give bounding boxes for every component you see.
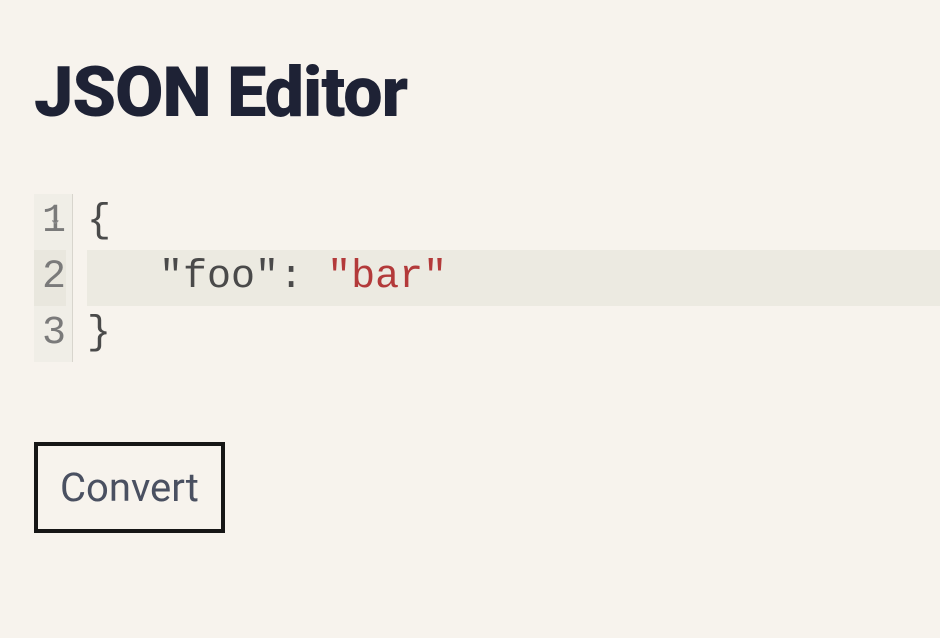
gutter-line-3: 3 xyxy=(34,306,66,362)
json-key: "foo" xyxy=(159,250,279,306)
convert-button[interactable]: Convert xyxy=(34,442,225,533)
line-number: 3 xyxy=(42,306,66,362)
line-number: 2 xyxy=(42,250,66,306)
code-line-3[interactable]: } xyxy=(87,306,940,362)
code-area[interactable]: { "foo": "bar" } xyxy=(73,194,940,362)
brace-open: { xyxy=(87,194,111,250)
json-editor[interactable]: 1 ⌄ 2 3 { "foo": "bar" } xyxy=(34,194,940,362)
code-line-2[interactable]: "foo": "bar" xyxy=(87,250,940,306)
line-gutter: 1 ⌄ 2 3 xyxy=(34,194,73,362)
gutter-line-1: 1 ⌄ xyxy=(34,194,66,250)
colon: : xyxy=(279,250,327,306)
page-title: JSON Editor xyxy=(34,52,940,134)
gutter-line-2: 2 xyxy=(34,250,66,306)
code-line-1[interactable]: { xyxy=(87,194,940,250)
indent xyxy=(87,250,159,306)
json-value: "bar" xyxy=(327,250,447,306)
brace-close: } xyxy=(87,306,111,362)
chevron-down-icon[interactable]: ⌄ xyxy=(49,192,62,248)
